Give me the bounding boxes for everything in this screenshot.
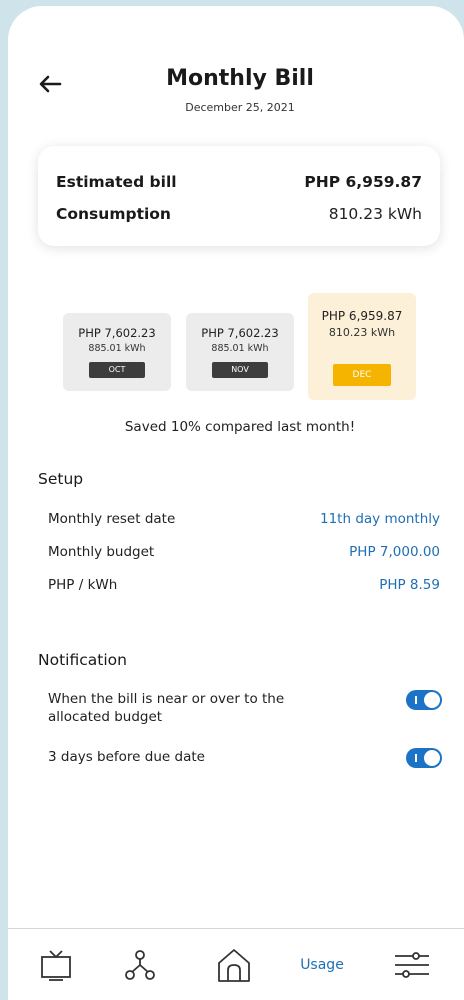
toggle-knob [424,692,440,708]
toggle-on-mark [415,696,417,704]
setup-row-rate[interactable]: PHP / kWh PHP 8.59 [48,577,440,593]
notification-section-title: Notification [38,651,127,669]
notification-row-budget: When the bill is near or over to the all… [48,690,442,726]
month-card-nov[interactable]: PHP 7,602.23 885.01 kWh NOV [186,313,294,391]
setup-row-budget[interactable]: Monthly budget PHP 7,000.00 [48,544,440,560]
month-label: NOV [212,362,268,378]
bottom-tab-bar: Usage [8,928,464,1000]
sliders-icon [395,952,429,978]
consumption-value: 810.23 kWh [328,205,422,223]
estimated-bill-label: Estimated bill [56,173,177,191]
tab-home[interactable] [194,929,274,1000]
savings-message: Saved 10% compared last month! [124,419,356,435]
budget-alert-toggle[interactable] [406,690,442,710]
tab-settings[interactable] [372,929,452,1000]
due-date-toggle[interactable] [406,748,442,768]
estimated-bill-row: Estimated bill PHP 6,959.87 [56,173,422,191]
month-kwh: 885.01 kWh [211,343,269,354]
setup-label: PHP / kWh [48,577,118,593]
tab-usage[interactable]: Usage [282,929,362,1000]
network-icon [125,950,155,980]
page-title: Monthly Bill [166,66,314,91]
month-amount: PHP 6,959.87 [321,309,403,323]
setup-value[interactable]: 11th day monthly [320,511,440,527]
estimated-bill-value: PHP 6,959.87 [304,173,422,191]
notification-row-due-date: 3 days before due date [48,748,442,768]
notification-label: 3 days before due date [48,749,205,765]
month-amount: PHP 7,602.23 [78,326,156,340]
setup-section-title: Setup [38,470,84,488]
month-label: OCT [89,362,145,378]
toggle-on-mark [415,754,417,762]
month-card-dec[interactable]: PHP 6,959.87 810.23 kWh DEC [308,293,416,400]
notification-label: When the bill is near or over to the all… [48,691,285,725]
month-card-oct[interactable]: PHP 7,602.23 885.01 kWh OCT [63,313,171,391]
bill-summary-card: Estimated bill PHP 6,959.87 Consumption … [38,146,440,246]
page-date: December 25, 2021 [185,101,295,114]
setup-value[interactable]: PHP 7,000.00 [349,544,440,560]
tab-network[interactable] [100,929,180,1000]
setup-value[interactable]: PHP 8.59 [379,577,440,593]
setup-label: Monthly reset date [48,511,176,527]
tv-icon [41,950,71,981]
month-kwh: 885.01 kWh [88,343,146,354]
home-icon [218,949,250,982]
consumption-row: Consumption 810.23 kWh [56,205,422,223]
month-kwh: 810.23 kWh [328,326,396,339]
consumption-label: Consumption [56,205,171,223]
month-label: DEC [333,364,391,386]
tab-devices[interactable] [16,929,96,1000]
toggle-knob [424,750,440,766]
setup-label: Monthly budget [48,544,155,560]
tab-usage-label: Usage [300,957,344,973]
phone-screen: Monthly Bill December 25, 2021 Estimated… [8,6,464,1000]
month-amount: PHP 7,602.23 [201,326,279,340]
setup-row-reset-date[interactable]: Monthly reset date 11th day monthly [48,511,440,527]
